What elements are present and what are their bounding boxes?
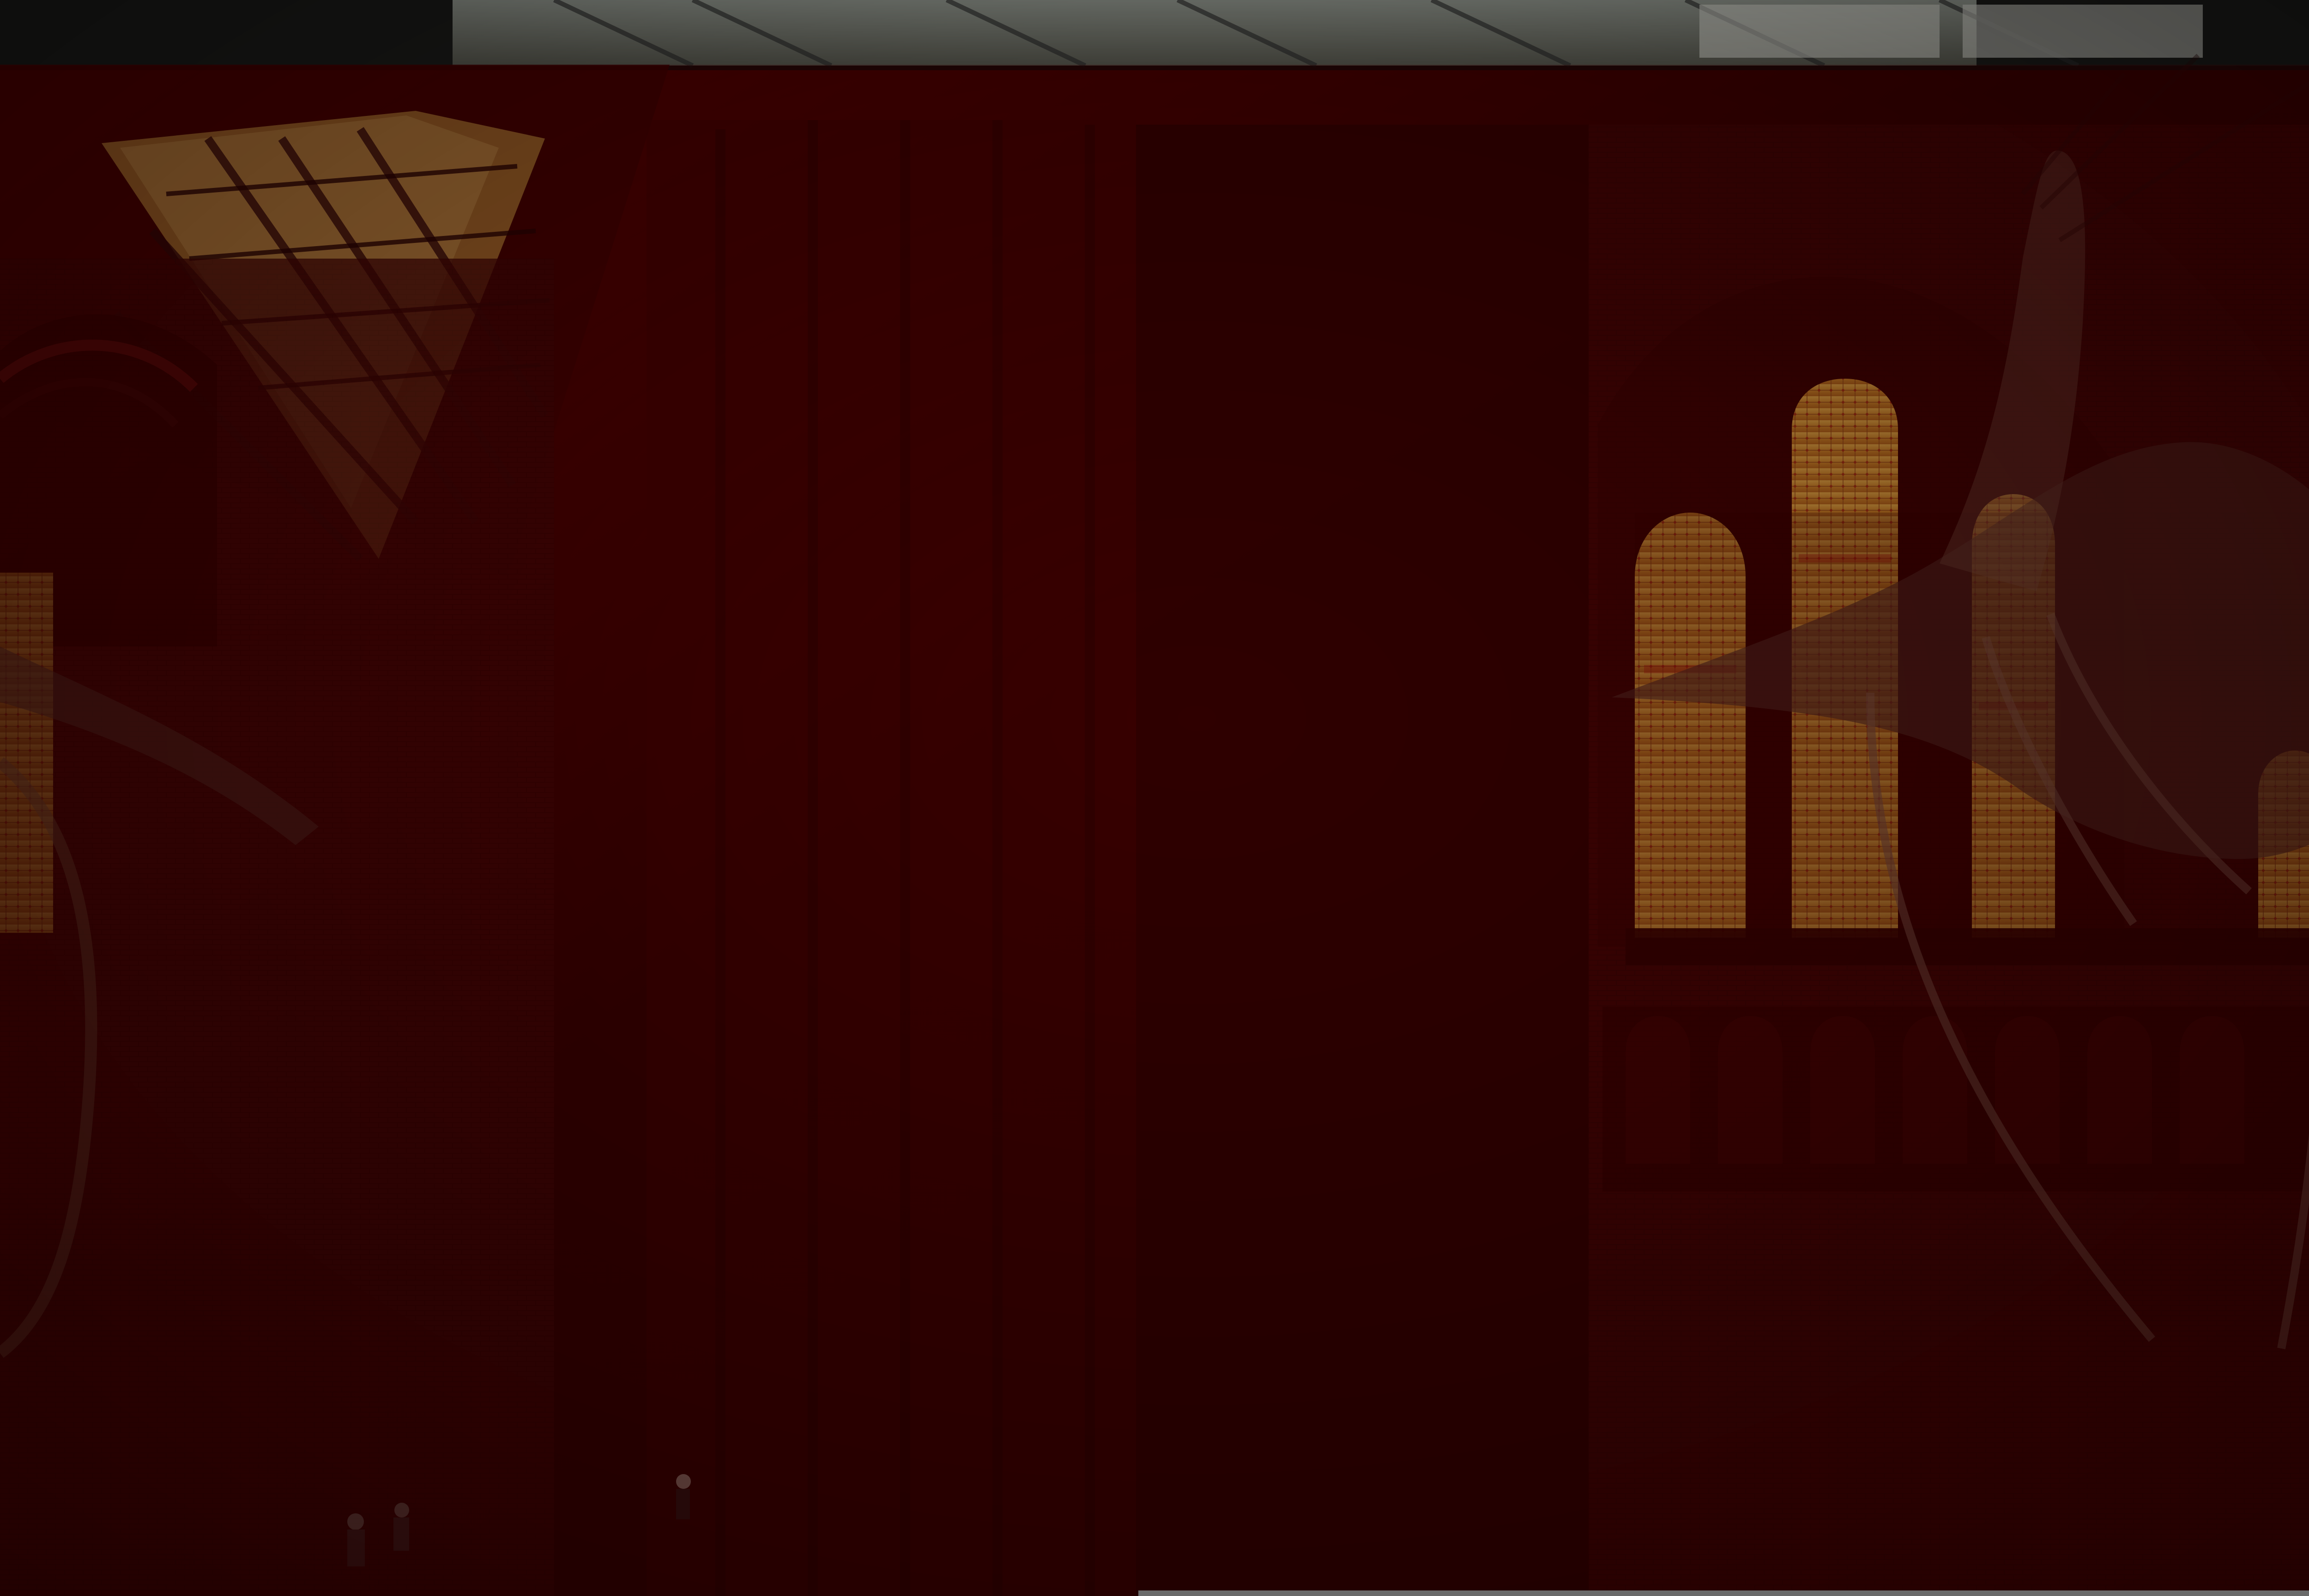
bottom-strip [1138,1590,2309,1596]
museum-hall-photo [0,0,2309,1596]
vignette [0,0,2309,1596]
